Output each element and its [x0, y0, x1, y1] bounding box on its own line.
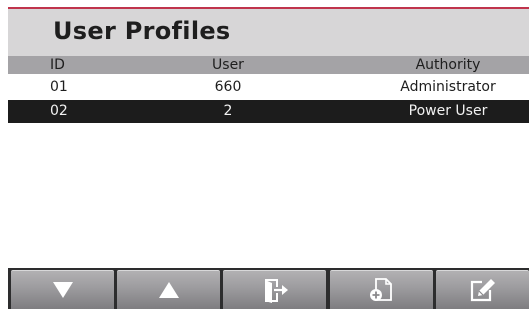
row-authority: Power User: [408, 103, 488, 119]
table-row-selected[interactable]: 02 2 Power User: [8, 100, 529, 123]
table-row[interactable]: 01 660 Administrator: [8, 76, 529, 99]
row-id: 01: [50, 79, 68, 95]
column-header-user: User: [212, 57, 244, 73]
edit-icon: [470, 279, 495, 302]
exit-button[interactable]: [223, 270, 326, 309]
add-user-button[interactable]: [330, 270, 433, 309]
row-user: 2: [223, 103, 233, 119]
row-user: 660: [214, 79, 242, 95]
page-title: User Profiles: [53, 17, 231, 45]
column-header-id: ID: [50, 57, 65, 73]
bottom-toolbar: [8, 268, 529, 309]
edit-button[interactable]: [436, 270, 529, 309]
user-profiles-screen: User Profiles ID User Authority 01 660 A…: [0, 0, 529, 309]
scroll-up-button[interactable]: [117, 270, 220, 309]
arrow-up-icon: [158, 282, 179, 298]
arrow-down-icon: [52, 282, 73, 298]
title-bar: User Profiles: [8, 9, 529, 56]
add-document-icon: [369, 278, 392, 301]
column-header-authority: Authority: [415, 57, 481, 73]
exit-icon: [264, 279, 288, 303]
row-id: 02: [50, 103, 68, 119]
table-header: ID User Authority: [8, 56, 529, 74]
scroll-down-button[interactable]: [11, 270, 114, 309]
row-authority: Administrator: [400, 79, 496, 95]
